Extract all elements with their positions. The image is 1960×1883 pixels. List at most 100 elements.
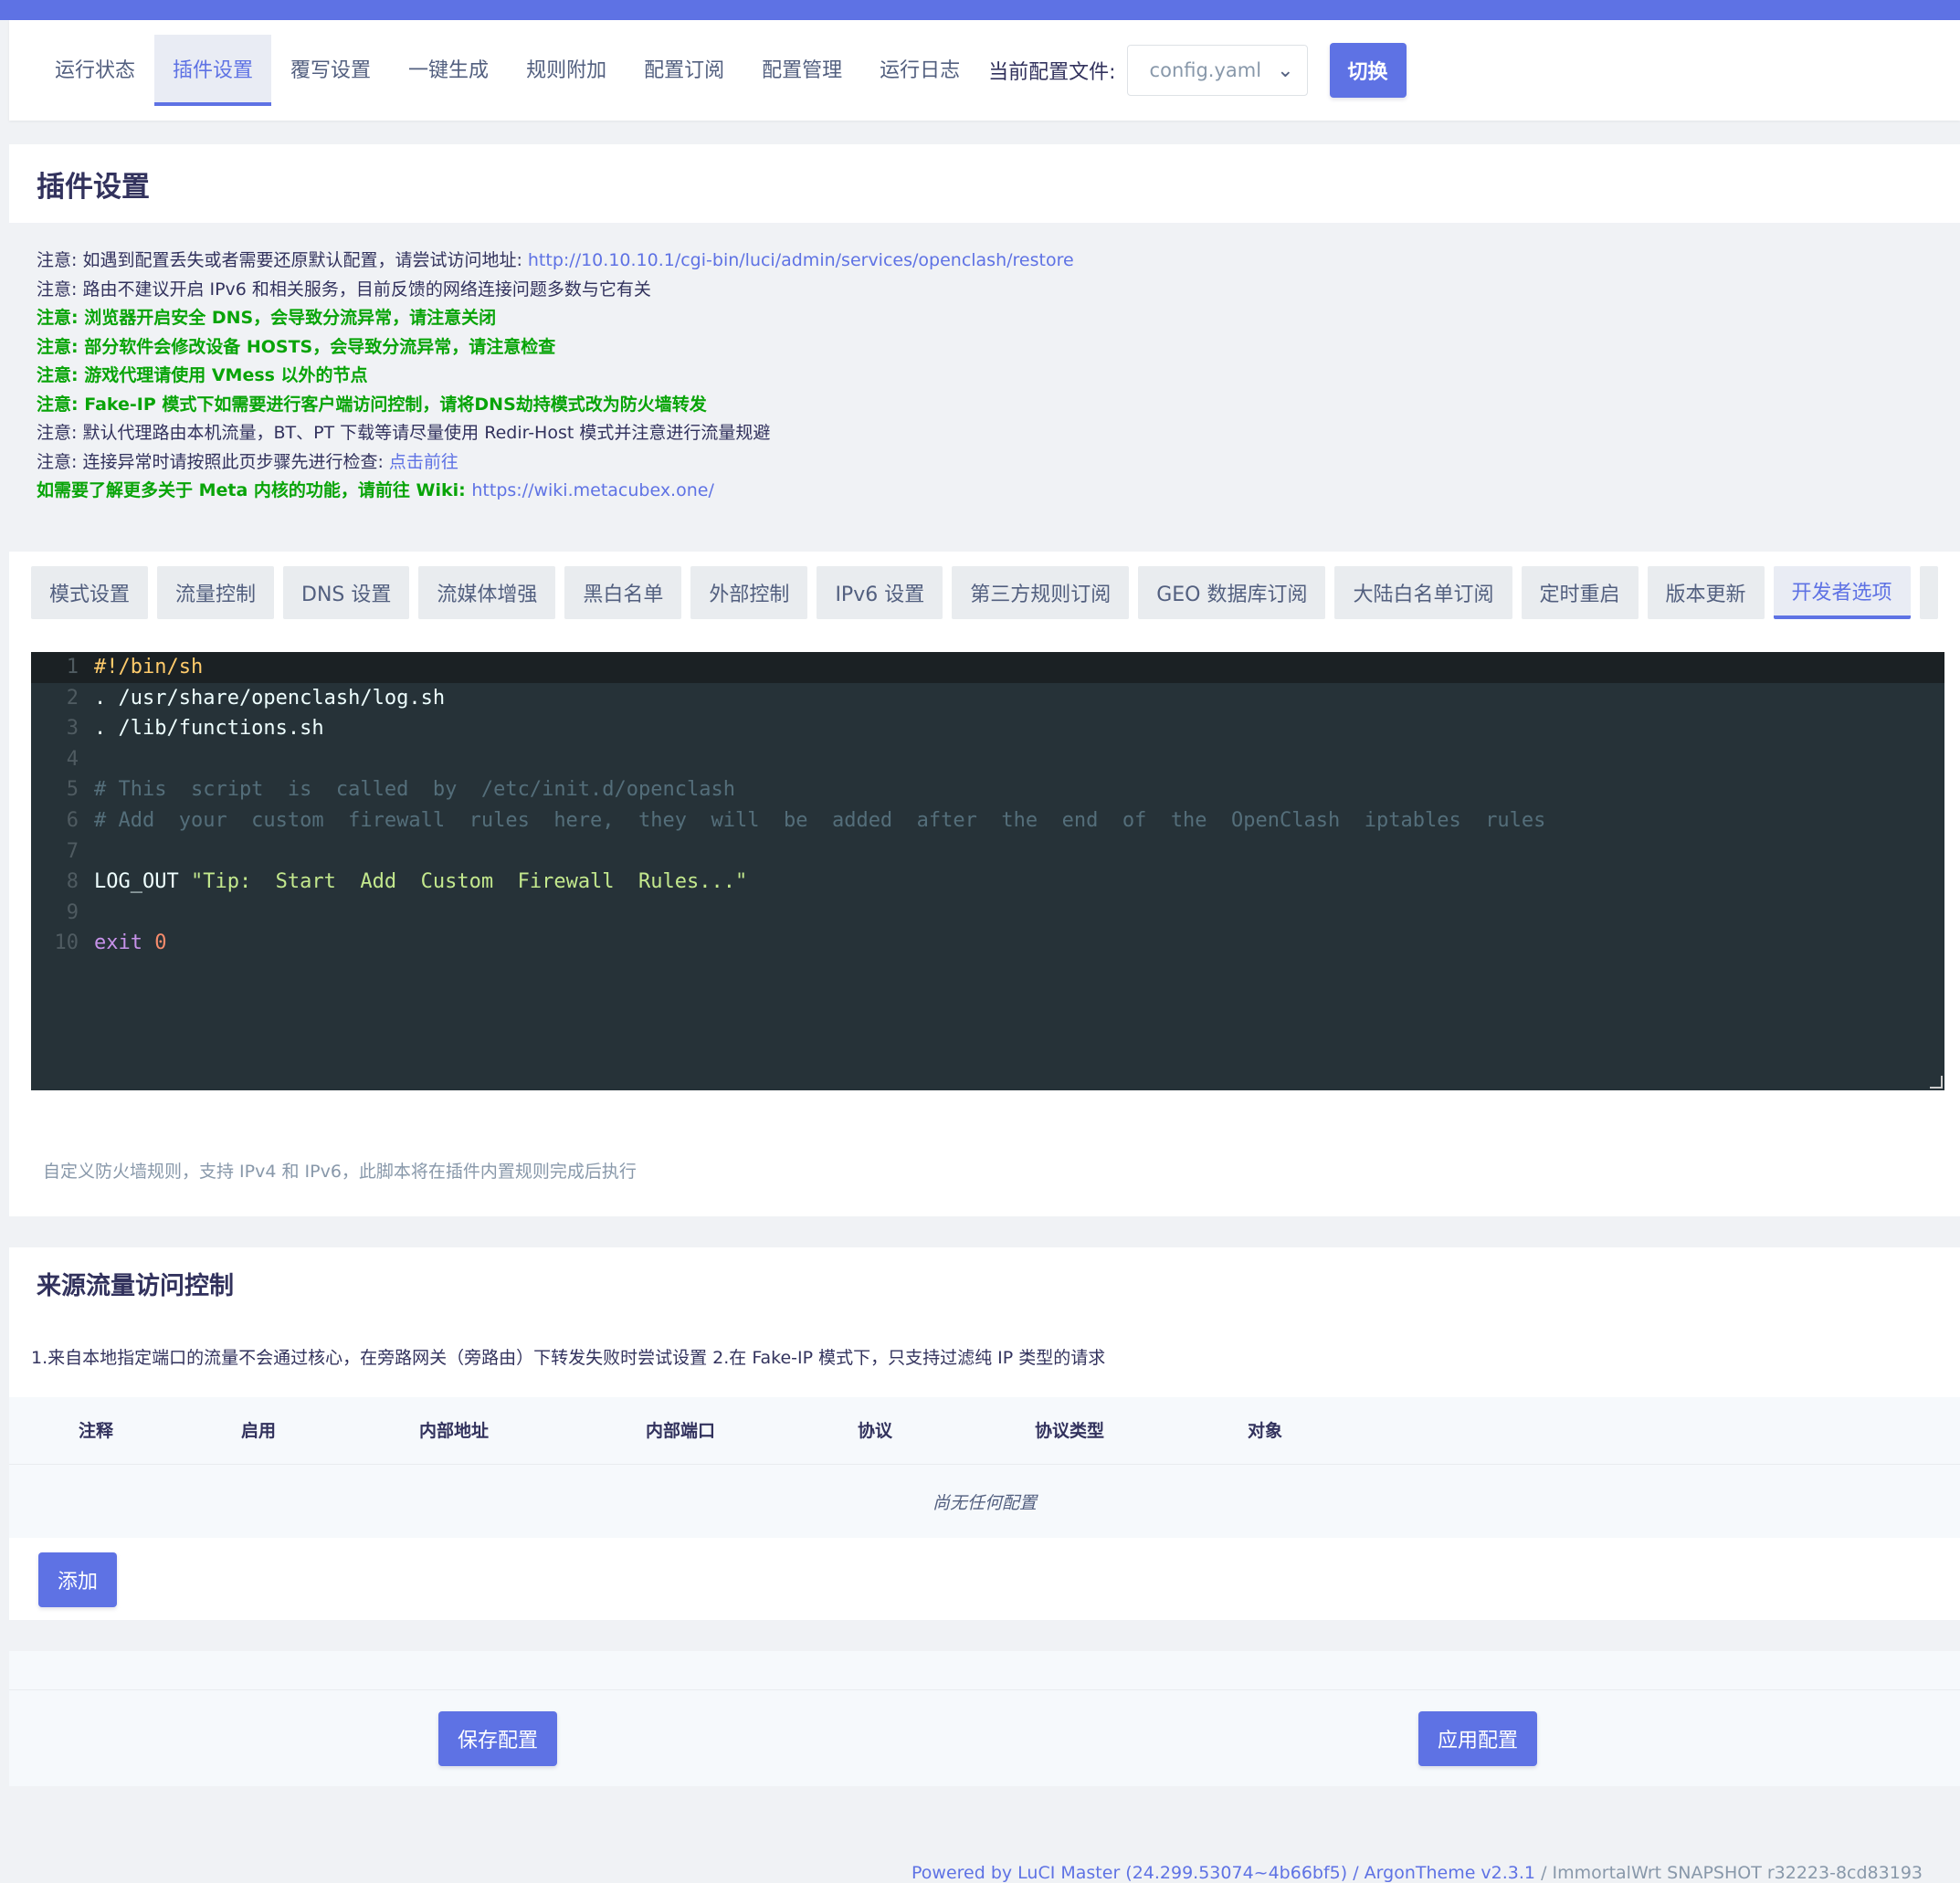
notice-line: 注意: Fake-IP 模式下如需要进行客户端访问控制，请将DNS劫持模式改为防… — [37, 391, 1936, 420]
nav-tab[interactable]: 运行日志 — [861, 35, 978, 106]
line-number: 7 — [66, 839, 79, 863]
subtab[interactable]: 黑白名单 — [564, 566, 682, 619]
theme-link[interactable]: ArgonTheme v2.3.1 — [1365, 1863, 1535, 1883]
code-line: 7 — [31, 836, 1944, 868]
line-number: 10 — [54, 931, 79, 955]
notice-link[interactable]: https://wiki.metacubex.one/ — [471, 480, 713, 500]
code-text: LOG_OUT "Tip: Start Add Custom Firewall … — [94, 867, 747, 898]
notice-link[interactable]: http://10.10.10.1/cgi-bin/luci/admin/ser… — [528, 250, 1074, 270]
notice-text: 注意: 默认代理路由本机流量，BT、PT 下载等请尽量使用 Redir-Host… — [37, 423, 771, 443]
subtab[interactable]: 第三方规则订阅 — [952, 566, 1130, 619]
subtab[interactable]: 开发者选项 — [1773, 566, 1911, 619]
main-nav: 运行状态 插件设置 覆写设置 一键生成 规则附加 配置订阅 配置管理 运行日志 当前配置文件:… — [9, 20, 1960, 121]
code-text: . /lib/functions.sh — [94, 713, 324, 744]
line-number: 2 — [66, 686, 79, 710]
source-traffic-access-control: 来源流量访问控制 1.来自本地指定端口的流量不会通过核心，在旁路网关（旁路由）下… — [9, 1247, 1960, 1620]
notice-line: 注意: 默认代理路由本机流量，BT、PT 下载等请尽量使用 Redir-Host… — [37, 419, 1936, 448]
code-line: 2 . /usr/share/openclash/log.sh — [31, 683, 1944, 714]
column-header: 注释 — [78, 1421, 114, 1441]
form-actions: 保存配置 应用配置 — [9, 1651, 1960, 1786]
code-line: 4 — [31, 744, 1944, 775]
notice-line: 注意: 连接异常时请按照此页步骤先进行检查: 点击前往 — [37, 448, 1936, 478]
code-token: LOG_OUT — [94, 870, 191, 894]
notice-text: 注意: Fake-IP 模式下如需要进行客户端访问控制，请将DNS劫持模式改为防… — [37, 394, 707, 415]
code-text: . /usr/share/openclash/log.sh — [94, 683, 445, 714]
save-config-button[interactable]: 保存配置 — [438, 1711, 557, 1766]
config-file-value: config.yaml — [1149, 59, 1262, 81]
nav-tab[interactable]: 规则附加 — [508, 35, 625, 106]
column-header: 对象 — [1247, 1421, 1283, 1441]
notice-link[interactable]: 点击前往 — [389, 452, 458, 472]
subtab[interactable]: 模式设置 — [31, 566, 149, 619]
nav-tab[interactable]: 配置管理 — [743, 35, 860, 106]
notice-text: 注意: 连接异常时请按照此页步骤先进行检查: — [37, 451, 389, 472]
nav-tab[interactable]: 运行状态 — [37, 35, 153, 106]
subtab[interactable]: 版本更新 — [1647, 566, 1765, 619]
notice-line: 注意: 游戏代理请使用 VMess 以外的节点 — [37, 362, 1936, 391]
code-token: # Add your custom firewall rules here, t… — [94, 808, 1546, 832]
line-number: 6 — [66, 808, 79, 832]
luci-link[interactable]: Powered by LuCI Master (24.299.53074~4b6… — [912, 1863, 1347, 1883]
subtab[interactable]: 流量控制 — [157, 566, 275, 619]
developer-options-card: 模式设置 流量控制 DNS 设置 流媒体增强 黑白名单 外部控制 IPv6 设置 第三方规则订… — [9, 552, 1960, 1216]
code-token: 0 — [154, 931, 167, 955]
notice-line: 注意: 浏览器开启安全 DNS，会导致分流异常，请注意关闭 — [37, 304, 1936, 333]
code-token: exit — [94, 931, 155, 955]
page-title-card: 插件设置 — [9, 144, 1960, 223]
add-button[interactable]: 添加 — [38, 1552, 117, 1607]
settings-subtabs: 模式设置 流量控制 DNS 设置 流媒体增强 黑白名单 外部控制 IPv6 设置 第三方规则订… — [31, 566, 1938, 621]
footer-separator: / — [1347, 1863, 1365, 1883]
notice-text: 注意: 浏览器开启安全 DNS，会导致分流异常，请注意关闭 — [37, 308, 497, 328]
notice-text: 注意: 游戏代理请使用 VMess 以外的节点 — [37, 365, 368, 385]
subtab[interactable]: GEO 数据库订阅 — [1138, 566, 1326, 619]
subtab[interactable]: 定时重启 — [1521, 566, 1639, 619]
subtab[interactable]: 外部控制 — [690, 566, 808, 619]
nav-tab[interactable]: 插件设置 — [154, 35, 272, 106]
nav-tabs: 运行状态 插件设置 覆写设置 一键生成 规则附加 配置订阅 配置管理 运行日志 — [37, 35, 979, 106]
column-header: 启用 — [240, 1421, 277, 1441]
code-line: 6 # Add your custom firewall rules here, … — [31, 805, 1944, 836]
system-version: / ImmortalWrt SNAPSHOT r32223-8cd83193 — [1535, 1863, 1923, 1883]
code-line: 1 #!/bin/sh — [31, 652, 1944, 683]
code-line: 9 — [31, 898, 1944, 929]
code-line: 3 . /lib/functions.sh — [31, 713, 1944, 744]
notice-list: 注意: 如遇到配置丢失或者需要还原默认配置，请尝试访问地址: http://10… — [37, 247, 1936, 506]
line-number: 3 — [66, 717, 79, 741]
nav-tab[interactable]: 配置订阅 — [626, 35, 743, 106]
page-title: 插件设置 — [37, 170, 150, 204]
code-line: 10 exit 0 — [31, 928, 1944, 959]
code-token: # This script is called by /etc/init.d/o… — [94, 778, 735, 802]
table-empty-row: 尚无任何配置 — [9, 1465, 1960, 1538]
subtab[interactable]: 大陆白名单订阅 — [1334, 566, 1512, 619]
subtab-overflow — [1919, 566, 1938, 619]
notice-line: 注意: 部分软件会修改设备 HOSTS，会导致分流异常，请注意检查 — [37, 333, 1936, 363]
divider — [9, 1689, 1960, 1690]
column-header: 内部端口 — [645, 1421, 716, 1441]
nav-tab[interactable]: 一键生成 — [390, 35, 507, 106]
top-accent-bar — [0, 0, 1960, 20]
code-line: 8 LOG_OUT "Tip: Start Add Custom Firewall… — [31, 867, 1944, 898]
config-file-label: 当前配置文件: — [988, 61, 1116, 84]
notice-line: 注意: 路由不建议开启 IPv6 和相关服务，目前反馈的网络连接问题多数与它有关 — [37, 276, 1936, 305]
nav-tab[interactable]: 覆写设置 — [272, 35, 389, 106]
line-number: 5 — [66, 778, 79, 802]
code-text: #!/bin/sh — [94, 652, 203, 683]
notice-text: 注意: 路由不建议开启 IPv6 和相关服务，目前反馈的网络连接问题多数与它有关 — [37, 279, 651, 300]
notice-text: 注意: 如遇到配置丢失或者需要还原默认配置，请尝试访问地址: — [37, 250, 528, 270]
chevron-down-icon: ⌄ — [1277, 58, 1294, 82]
code-line: 5 # This script is called by /etc/init.d/… — [31, 774, 1944, 805]
code-token: . /lib/functions.sh — [94, 717, 324, 741]
apply-config-button[interactable]: 应用配置 — [1418, 1711, 1537, 1766]
line-number: 9 — [66, 900, 79, 924]
subtab[interactable]: 流媒体增强 — [418, 566, 556, 619]
notice-text: 注意: 部分软件会修改设备 HOSTS，会导致分流异常，请注意检查 — [37, 336, 556, 357]
notice-line: 注意: 如遇到配置丢失或者需要还原默认配置，请尝试访问地址: http://10… — [37, 247, 1936, 276]
switch-button[interactable]: 切换 — [1329, 43, 1407, 98]
subtab[interactable]: IPv6 设置 — [817, 566, 943, 619]
firewall-script-editor[interactable]: 1 #!/bin/sh 2 . /usr/share/openclash/log.sh… — [31, 652, 1944, 1090]
line-number: 8 — [66, 870, 79, 894]
config-file-select[interactable]: config.yaml ⌄ — [1126, 45, 1308, 96]
resize-handle-icon[interactable] — [1930, 1076, 1943, 1089]
subtab[interactable]: DNS 设置 — [283, 566, 410, 619]
code-token: #!/bin/sh — [94, 656, 204, 679]
